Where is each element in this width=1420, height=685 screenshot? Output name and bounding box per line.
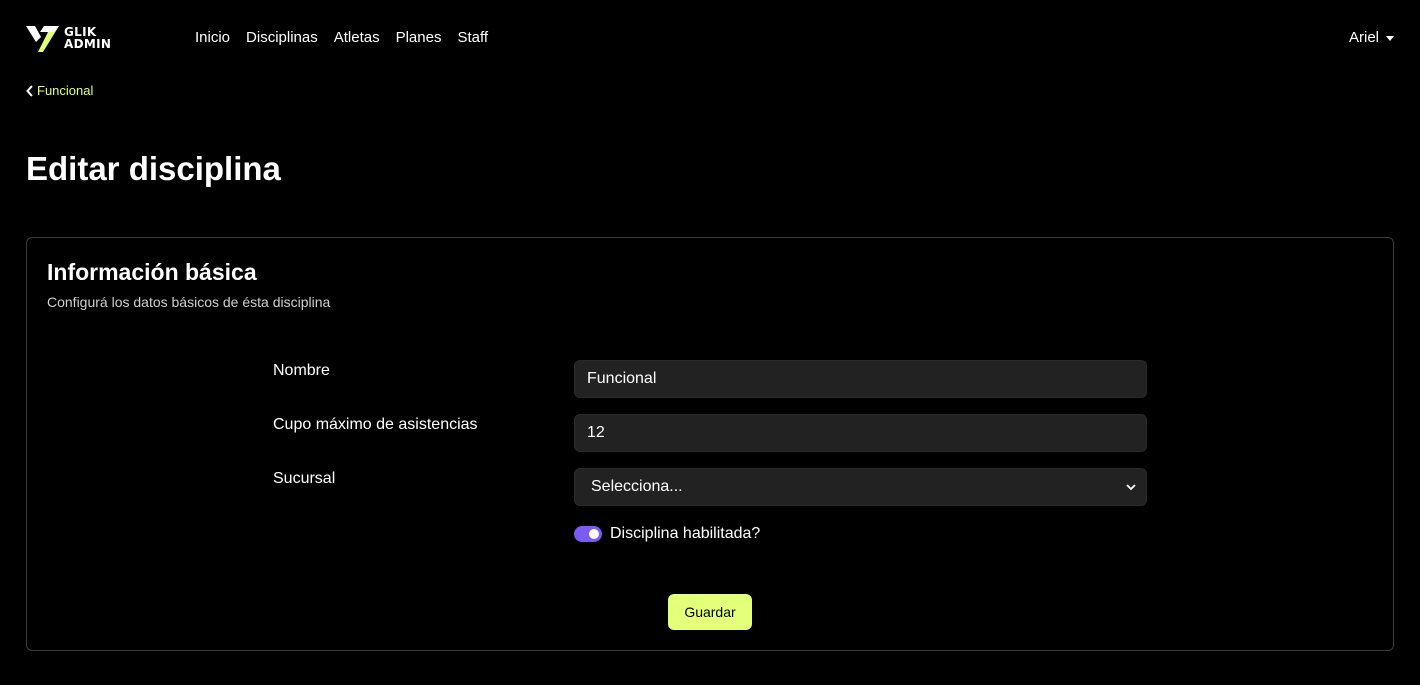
nav-link-staff[interactable]: Staff bbox=[457, 28, 488, 48]
nav-link-planes[interactable]: Planes bbox=[396, 28, 442, 48]
page-title: Editar disciplina bbox=[26, 150, 281, 187]
user-name: Ariel bbox=[1348, 29, 1379, 46]
branch-select[interactable]: Selecciona... bbox=[574, 468, 1147, 506]
capacity-input[interactable]: 12 bbox=[574, 414, 1147, 452]
chevron-left-icon bbox=[26, 85, 33, 97]
logo-text-line2: ADMIN bbox=[64, 37, 112, 51]
caret-down-icon bbox=[1386, 35, 1394, 41]
card-title: Información básica bbox=[47, 259, 257, 285]
back-link[interactable]: Funcional bbox=[26, 83, 93, 99]
brand-logo[interactable]: GLIK ADMIN bbox=[26, 24, 118, 52]
nav-link-disciplinas[interactable]: Disciplinas bbox=[246, 28, 318, 48]
back-link-label: Funcional bbox=[37, 83, 94, 98]
top-navbar: GLIK ADMIN Inicio Disciplinas Atletas Pl… bbox=[0, 0, 1420, 76]
user-menu-dropdown[interactable]: Ariel bbox=[1349, 28, 1394, 48]
save-button[interactable]: Guardar bbox=[668, 594, 752, 630]
nav-link-atletas[interactable]: Atletas bbox=[334, 28, 380, 48]
capacity-label: Cupo máximo de asistencias bbox=[273, 416, 478, 433]
chevron-down-icon bbox=[1126, 484, 1136, 491]
branch-select-value: Selecciona... bbox=[591, 478, 683, 495]
card-subtitle: Configurá los datos básicos de ésta disc… bbox=[47, 294, 331, 310]
name-input[interactable]: Funcional bbox=[574, 360, 1147, 398]
toggle-knob bbox=[589, 529, 599, 539]
enabled-label[interactable]: Disciplina habilitada? bbox=[610, 524, 760, 544]
glik-logo-icon bbox=[26, 26, 59, 52]
branch-label: Sucursal bbox=[273, 470, 336, 487]
basic-info-card: Información básica Configurá los datos b… bbox=[26, 237, 1394, 651]
nav-links: Inicio Disciplinas Atletas Planes Staff bbox=[195, 28, 504, 48]
enabled-switch-row: Disciplina habilitada? bbox=[574, 524, 760, 544]
name-label: Nombre bbox=[273, 362, 330, 379]
enabled-toggle[interactable] bbox=[574, 526, 602, 542]
logo-text: GLIK ADMIN bbox=[64, 26, 111, 50]
nav-link-inicio[interactable]: Inicio bbox=[195, 28, 230, 48]
